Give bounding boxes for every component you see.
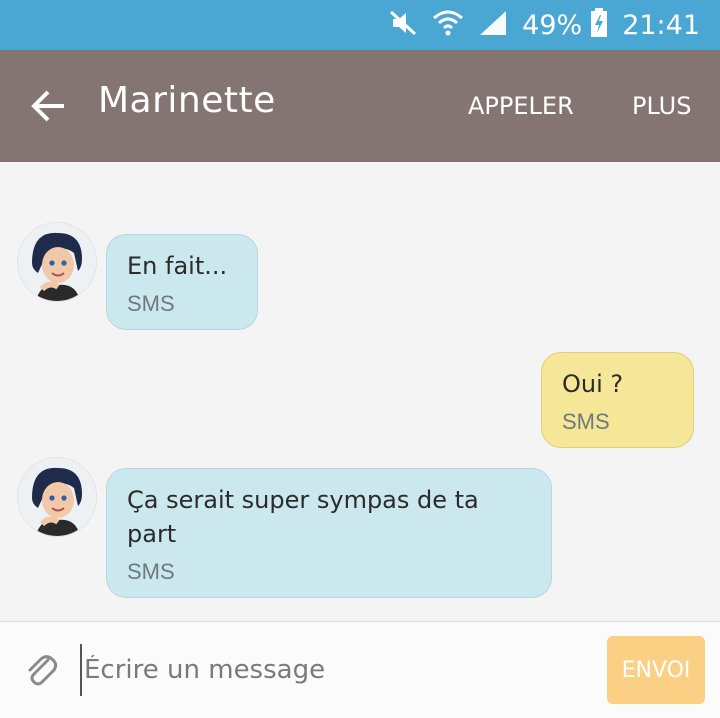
paperclip-icon (28, 655, 58, 686)
mute-icon (388, 8, 418, 42)
clock: 21:41 (622, 9, 700, 41)
signal-icon (478, 9, 508, 41)
contact-avatar[interactable] (17, 222, 97, 302)
message-text: Oui ? (562, 370, 624, 398)
message-type-label: SMS (562, 409, 610, 434)
attach-button[interactable] (22, 650, 62, 690)
status-icons: 49% 21:41 (388, 0, 720, 50)
status-bar: 49% 21:41 (0, 0, 720, 50)
back-button[interactable] (26, 84, 70, 128)
battery-charging-icon (590, 8, 608, 42)
message-bubble-incoming[interactable]: Ça serait super sympas de ta part SMS (106, 468, 552, 598)
message-type-label: SMS (127, 291, 175, 316)
message-type-label: SMS (127, 559, 175, 584)
message-bubble-outgoing[interactable]: Oui ? SMS (541, 352, 694, 448)
more-button[interactable]: PLUS (632, 92, 691, 120)
arrow-left-icon (31, 90, 64, 122)
wifi-icon (432, 8, 464, 42)
send-button[interactable]: ENVOI (607, 636, 705, 704)
contact-avatar[interactable] (17, 457, 97, 537)
message-text: En fait... (127, 252, 228, 280)
message-bubble-incoming[interactable]: En fait... SMS (106, 234, 258, 330)
contact-name: Marinette (98, 80, 276, 121)
call-button[interactable]: APPELER (468, 92, 574, 120)
battery-percent: 49% (522, 9, 583, 41)
message-composer: ENVOI (0, 621, 720, 718)
conversation-header: Marinette APPELER PLUS (0, 50, 720, 162)
message-text: Ça serait super sympas de ta part (127, 486, 479, 548)
message-input[interactable] (80, 644, 586, 696)
